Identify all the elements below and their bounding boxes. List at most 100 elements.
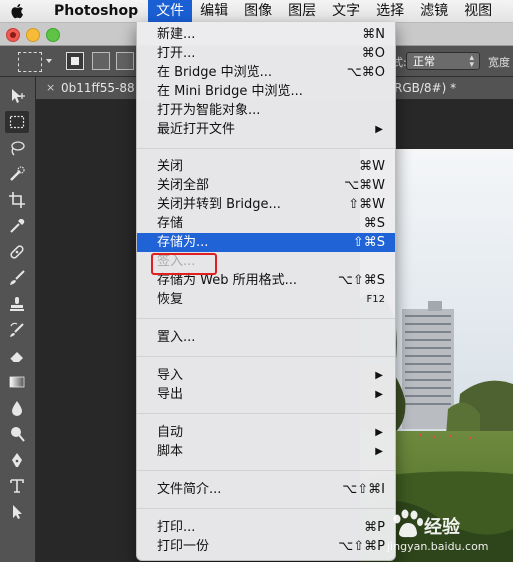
move-tool[interactable]	[5, 85, 29, 107]
menu-item-label: 存储	[157, 216, 184, 231]
menu-item-shortcut: ⇧⌘W	[348, 197, 385, 212]
menu-image[interactable]: 图像	[236, 0, 280, 22]
menu-item-label: 打开为智能对象...	[157, 103, 261, 118]
menu-item-shortcut: F12	[366, 294, 385, 305]
menu-item-scripts[interactable]: 脚本 ▶	[137, 442, 395, 461]
menu-item-shortcut: ⌥⇧⌘I	[342, 482, 385, 497]
watermark-url: jingyan.baidu.com	[387, 540, 489, 553]
lasso-tool[interactable]	[5, 137, 29, 159]
menu-item-label: 存储为...	[157, 235, 209, 250]
menu-item-place[interactable]: 置入...	[137, 328, 395, 347]
quick-selection-tool[interactable]	[5, 163, 29, 185]
menu-file[interactable]: 文件	[148, 0, 193, 22]
new-selection-mode-button[interactable]	[66, 52, 84, 70]
submenu-arrow-icon: ▶	[375, 446, 383, 457]
menu-item-import[interactable]: 导入 ▶	[137, 366, 395, 385]
style-select[interactable]: 正常 ▴ ▾	[406, 52, 480, 70]
menu-item-open[interactable]: 打开... ⌘O	[137, 44, 395, 63]
crop-icon	[9, 192, 25, 208]
menu-item-shortcut: ⌘O	[361, 46, 385, 61]
menu-item-close-all[interactable]: 关闭全部 ⌥⌘W	[137, 176, 395, 195]
menu-item-print-one-copy[interactable]: 打印一份 ⌥⇧⌘P	[137, 537, 395, 556]
menu-separator	[137, 413, 395, 414]
brush-tool[interactable]	[5, 267, 29, 289]
submenu-arrow-icon: ▶	[375, 370, 383, 381]
pen-tool[interactable]	[5, 449, 29, 471]
menu-item-close[interactable]: 关闭 ⌘W	[137, 157, 395, 176]
gradient-tool[interactable]	[5, 371, 29, 393]
history-brush-tool[interactable]	[5, 319, 29, 341]
menu-item-automate[interactable]: 自动 ▶	[137, 423, 395, 442]
path-selection-arrow-icon	[13, 505, 22, 519]
add-to-selection-mode-button[interactable]	[92, 52, 110, 70]
menu-item-shortcut: ⌥⌘O	[346, 65, 385, 80]
menu-type[interactable]: 文字	[324, 0, 368, 22]
menu-item-export[interactable]: 导出 ▶	[137, 385, 395, 404]
tools-panel	[0, 77, 36, 562]
rectangular-marquee-icon	[9, 115, 25, 129]
eyedropper-tool[interactable]	[5, 215, 29, 237]
menu-item-label: 文件简介...	[157, 482, 222, 497]
app-menu-photoshop[interactable]: Photoshop	[54, 3, 138, 19]
eraser-tool[interactable]	[5, 345, 29, 367]
menu-item-print[interactable]: 打印... ⌘P	[137, 518, 395, 537]
menu-item-new[interactable]: 新建... ⌘N	[137, 25, 395, 44]
file-menu-dropdown: 新建... ⌘N 打开... ⌘O 在 Bridge 中浏览... ⌥⌘O 在 …	[136, 22, 396, 561]
chevron-down-icon[interactable]	[46, 59, 52, 63]
paw-logo-icon	[393, 509, 423, 538]
subtract-selection-mode-button[interactable]	[116, 52, 134, 70]
updown-caret-icon: ▴ ▾	[469, 53, 474, 70]
zoom-window-button[interactable]	[46, 28, 60, 42]
menu-item-open-as-smart-object[interactable]: 打开为智能对象...	[137, 101, 395, 120]
style-select-value: 正常	[413, 55, 435, 68]
healing-brush-tool[interactable]	[5, 241, 29, 263]
menu-item-label: 在 Bridge 中浏览...	[157, 65, 273, 80]
menu-item-file-info[interactable]: 文件简介... ⌥⇧⌘I	[137, 480, 395, 499]
clone-stamp-tool[interactable]	[5, 293, 29, 315]
menu-edit[interactable]: 编辑	[192, 0, 236, 22]
dodge-tool[interactable]	[5, 423, 29, 445]
menu-item-close-and-go-to-bridge[interactable]: 关闭并转到 Bridge... ⇧⌘W	[137, 195, 395, 214]
pen-nib-icon	[12, 453, 22, 467]
path-selection-tool[interactable]	[5, 501, 29, 523]
stamp-icon	[10, 297, 24, 311]
close-tab-icon[interactable]: ×	[46, 77, 55, 99]
document-tab-title: 0b11ff55-88	[61, 81, 135, 95]
menu-item-browse-in-bridge[interactable]: 在 Bridge 中浏览... ⌥⌘O	[137, 63, 395, 82]
blur-tool[interactable]	[5, 397, 29, 419]
minimize-window-button[interactable]	[26, 28, 40, 42]
close-window-button[interactable]	[6, 28, 20, 42]
tool-preset-picker[interactable]	[18, 52, 42, 72]
submenu-arrow-icon: ▶	[375, 427, 383, 438]
apple-logo-icon[interactable]	[10, 3, 24, 19]
band-aid-icon	[10, 245, 24, 259]
type-tool[interactable]	[5, 475, 29, 497]
menu-item-save-as[interactable]: 存储为... ⇧⌘S	[137, 233, 395, 252]
move-arrow-icon	[12, 89, 25, 103]
menu-item-label: 恢复	[157, 292, 184, 307]
menu-item-save[interactable]: 存储 ⌘S	[137, 214, 395, 233]
crop-tool[interactable]	[5, 189, 29, 211]
marquee-tool[interactable]	[5, 111, 29, 133]
menu-filter[interactable]: 滤镜	[412, 0, 456, 22]
menu-separator	[137, 470, 395, 471]
menu-view[interactable]: 视图	[456, 0, 500, 22]
menu-item-browse-in-mini-bridge[interactable]: 在 Mini Bridge 中浏览...	[137, 82, 395, 101]
document-tab-mode: RGB/8#) *	[394, 81, 457, 95]
menu-item-label: 打印...	[157, 520, 196, 535]
menu-item-label: 新建...	[157, 27, 196, 42]
dodge-icon	[11, 427, 25, 442]
menu-select[interactable]: 选择	[368, 0, 412, 22]
eraser-icon	[9, 352, 23, 363]
menu-item-label: 关闭	[157, 159, 184, 174]
history-brush-icon	[10, 322, 24, 337]
menu-item-label: 关闭并转到 Bridge...	[157, 197, 281, 212]
water-drop-icon	[12, 401, 22, 416]
menu-item-revert[interactable]: 恢复 F12	[137, 290, 395, 309]
menu-layer[interactable]: 图层	[280, 0, 324, 22]
menu-separator	[137, 508, 395, 509]
menu-item-open-recent[interactable]: 最近打开文件 ▶	[137, 120, 395, 139]
submenu-arrow-icon: ▶	[375, 124, 383, 135]
width-label: 宽度	[488, 56, 510, 69]
menu-separator	[137, 356, 395, 357]
